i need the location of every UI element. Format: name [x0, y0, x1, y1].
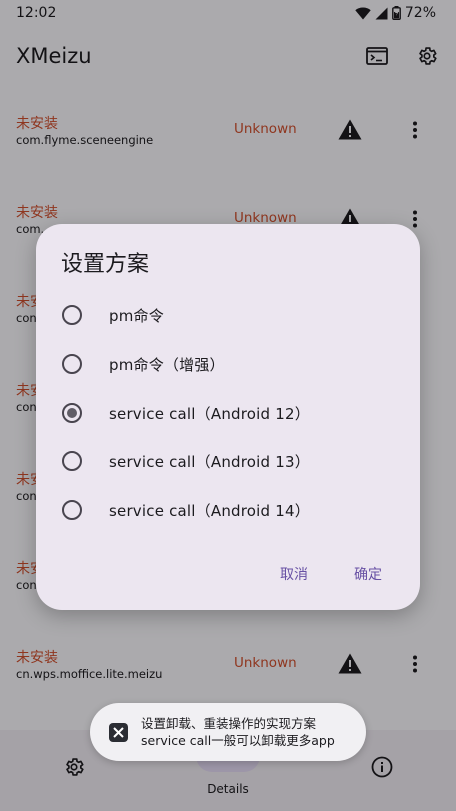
- dialog-title: 设置方案: [61, 252, 150, 277]
- option-pm-command-enhanced[interactable]: pm命令（增强）: [60, 344, 400, 384]
- radio-button-selected[interactable]: [62, 403, 82, 423]
- toast-message: 设置卸载、重装操作的实现方案 service call一般可以卸载更多app: [90, 703, 366, 761]
- option-service-call-android-12[interactable]: service call（Android 12）: [60, 393, 400, 433]
- toast-text: 设置卸载、重装操作的实现方案 service call一般可以卸载更多app: [141, 715, 335, 749]
- scheme-dialog: 设置方案 pm命令 pm命令（增强） service call（Android …: [36, 224, 420, 610]
- cancel-button[interactable]: 取消: [280, 564, 308, 584]
- option-label: pm命令: [109, 306, 164, 325]
- option-label: service call（Android 13）: [109, 452, 310, 471]
- toast-line-1: 设置卸载、重装操作的实现方案: [141, 716, 317, 731]
- app-logo-icon: [109, 722, 128, 742]
- radio-button[interactable]: [62, 500, 82, 520]
- radio-dot: [67, 408, 77, 418]
- radio-button[interactable]: [62, 305, 82, 325]
- option-label: service call（Android 14）: [109, 501, 310, 520]
- option-service-call-android-14[interactable]: service call（Android 14）: [60, 490, 400, 530]
- option-label: service call（Android 12）: [109, 404, 310, 423]
- confirm-button[interactable]: 确定: [354, 564, 382, 584]
- radio-button[interactable]: [62, 354, 82, 374]
- option-label: pm命令（增强）: [109, 355, 225, 374]
- toast-line-2: service call一般可以卸载更多app: [141, 733, 335, 748]
- option-service-call-android-13[interactable]: service call（Android 13）: [60, 441, 400, 481]
- radio-button[interactable]: [62, 451, 82, 471]
- option-pm-command[interactable]: pm命令: [60, 295, 400, 335]
- dialog-actions: 取消 确定: [280, 564, 382, 584]
